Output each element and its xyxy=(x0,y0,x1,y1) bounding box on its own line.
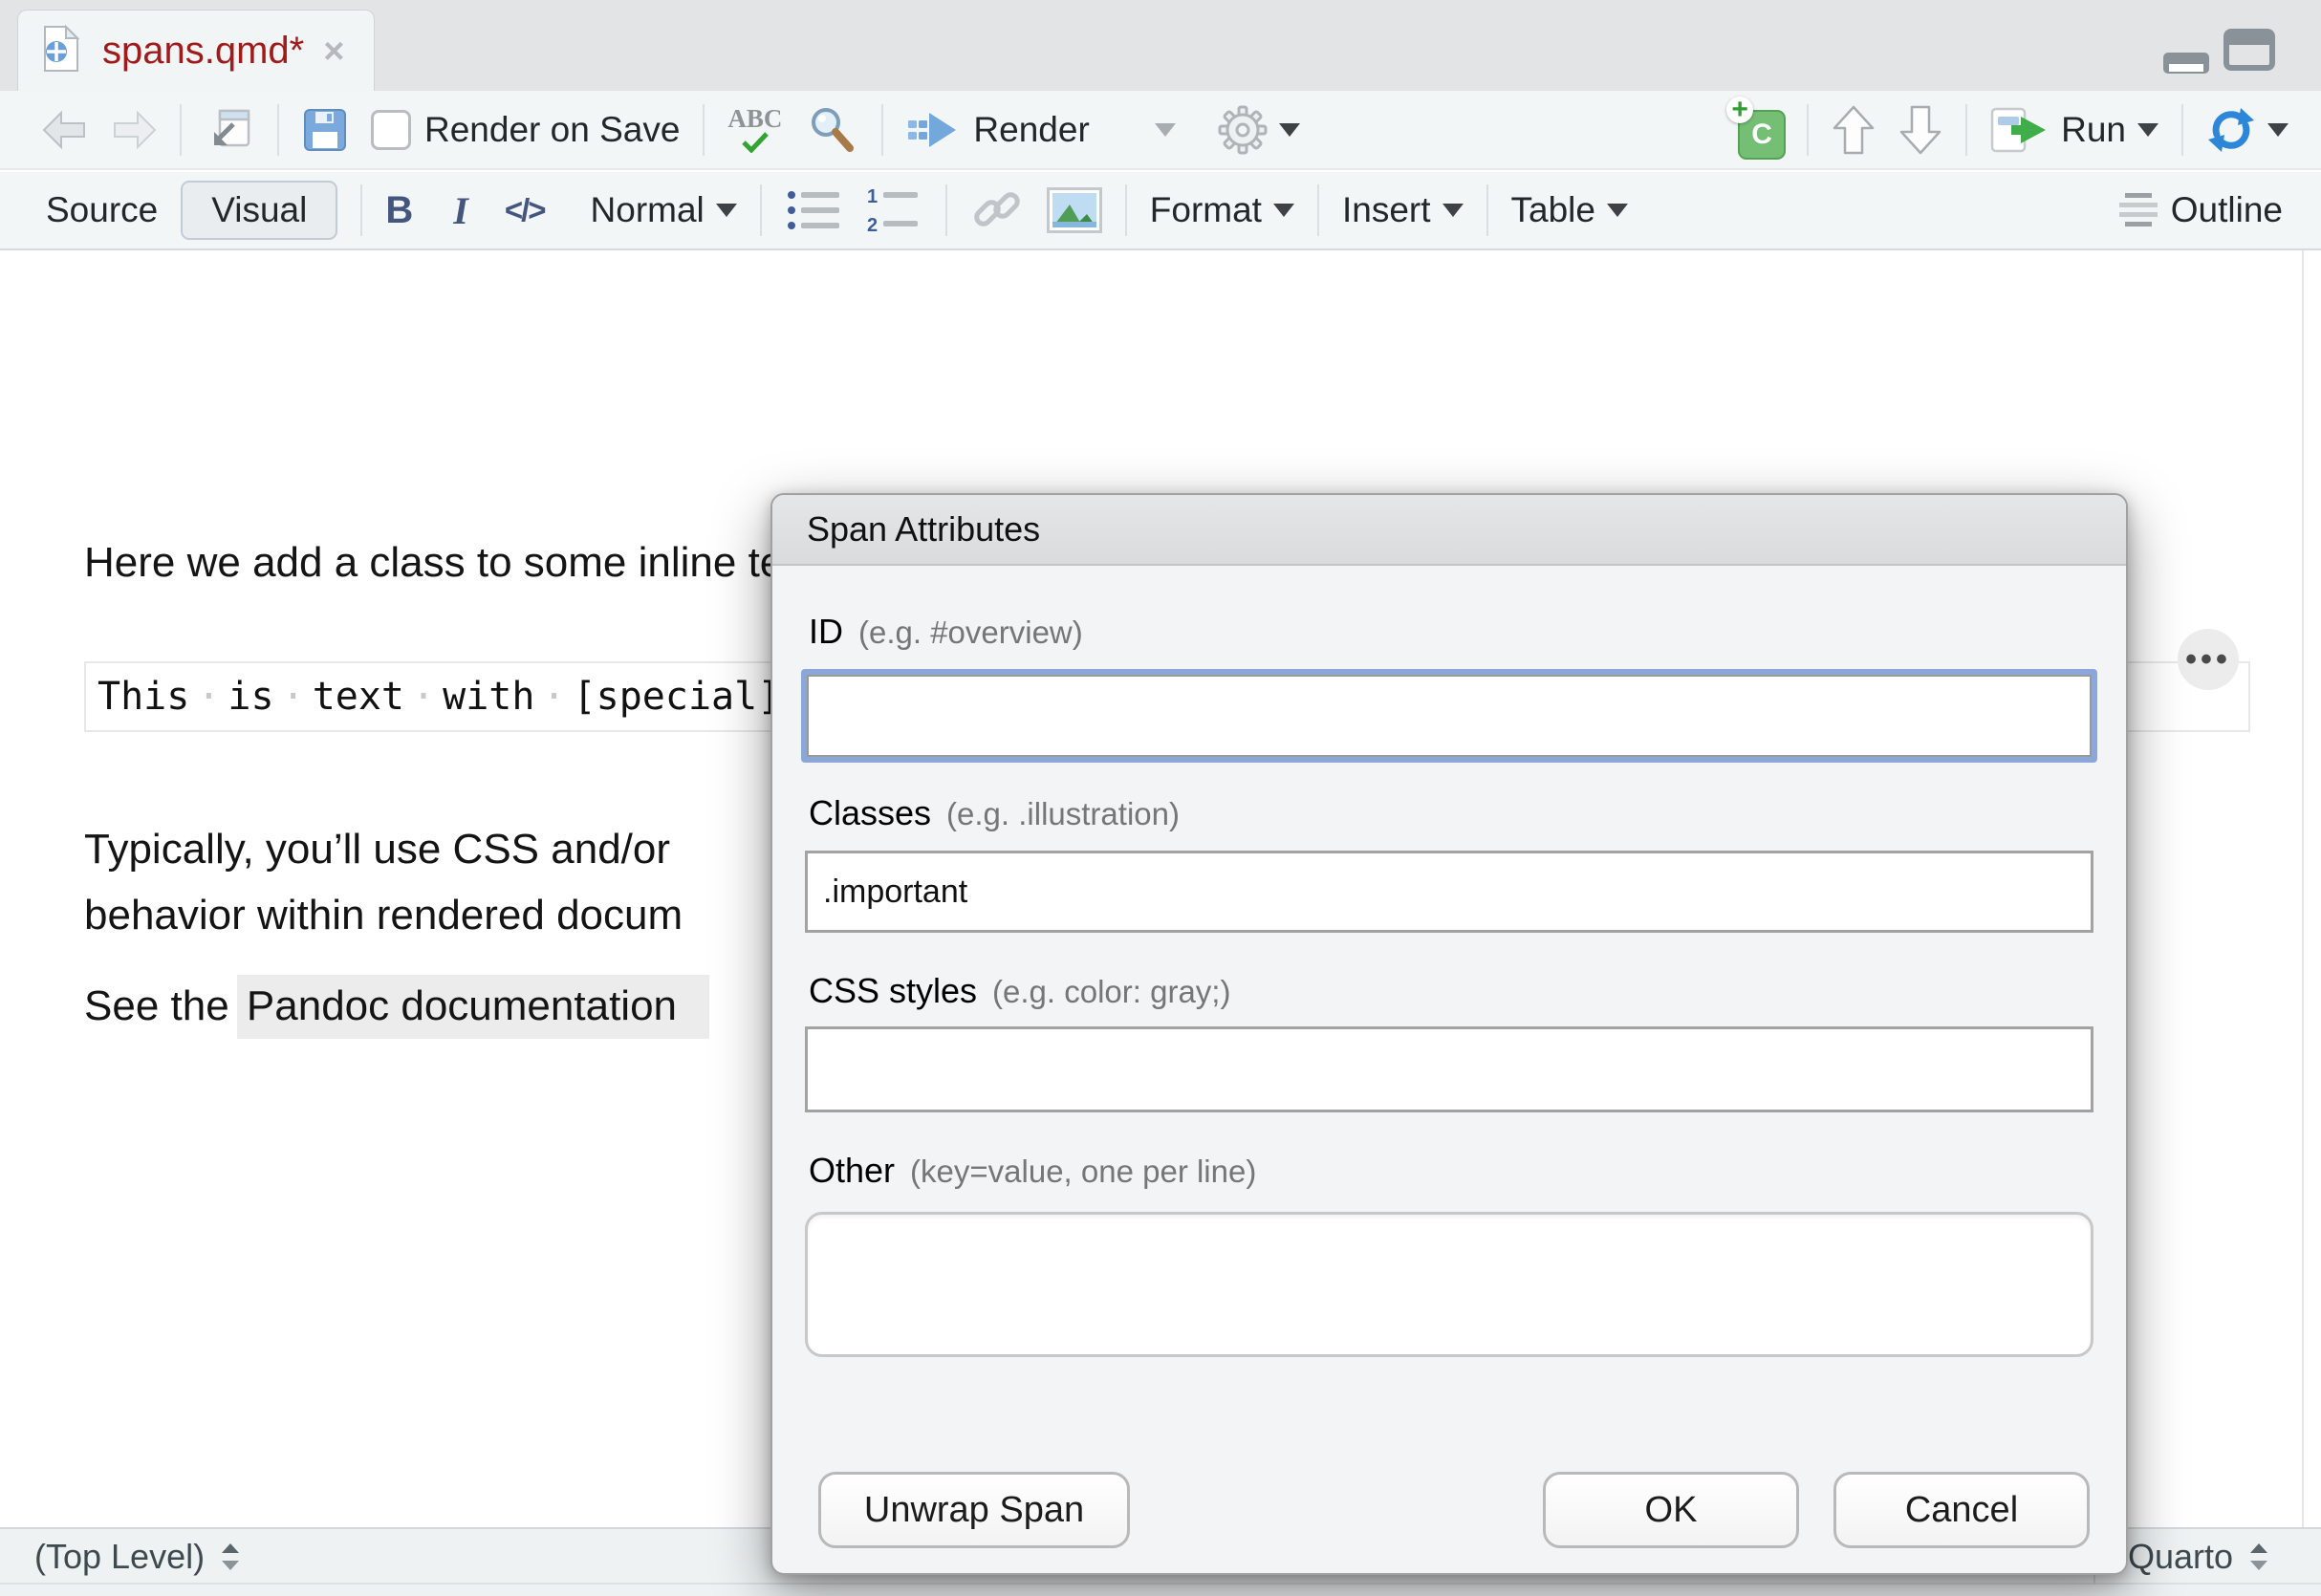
settings-dropdown-icon[interactable] xyxy=(1279,123,1300,137)
tab-close-icon[interactable]: × xyxy=(323,33,344,70)
quarto-file-icon xyxy=(39,24,83,78)
numbered-list-icon[interactable]: 1 2 xyxy=(865,186,922,234)
separator xyxy=(180,104,182,156)
formatting-toolbar: Source Visual B I </> Normal 1 2 xyxy=(0,172,2321,250)
editor-right-gutter xyxy=(2302,250,2304,1596)
render-button[interactable]: Render xyxy=(906,109,1089,151)
spellcheck-icon[interactable]: ABC xyxy=(727,106,782,153)
id-label-row: ID (e.g. #overview) xyxy=(809,612,1083,652)
classes-input[interactable] xyxy=(805,851,2093,933)
insert-chunk-button[interactable]: C + xyxy=(1730,102,1784,158)
paragraph-css: Typically, you’ll use CSS and/or behavio… xyxy=(84,816,683,948)
tab-title: spans.qmd* xyxy=(102,30,304,73)
more-options-button[interactable]: ••• xyxy=(2178,629,2239,690)
plus-icon: + xyxy=(1726,97,1753,123)
render-on-save-toggle[interactable]: Render on Save xyxy=(371,110,680,150)
classes-label-row: Classes (e.g. .illustration) xyxy=(809,793,1180,833)
visual-mode-button[interactable]: Visual xyxy=(181,181,337,240)
run-icon xyxy=(1990,105,2050,155)
separator xyxy=(1317,184,1319,236)
minimize-icon[interactable] xyxy=(2162,52,2210,79)
cancel-button[interactable]: Cancel xyxy=(1833,1472,2090,1548)
go-to-previous-chunk-icon[interactable] xyxy=(1832,104,1876,156)
format-dropdown-icon xyxy=(1273,204,1294,217)
image-icon[interactable] xyxy=(1047,187,1102,233)
render-on-save-checkbox[interactable] xyxy=(371,110,411,150)
css-styles-input[interactable] xyxy=(805,1026,2093,1112)
dialog-title: Span Attributes xyxy=(772,495,2126,566)
id-input[interactable] xyxy=(807,675,2092,757)
outline-selector[interactable]: (Top Level) xyxy=(34,1533,241,1581)
back-icon[interactable] xyxy=(42,110,88,150)
source-mode-button[interactable]: Source xyxy=(46,190,158,230)
separator xyxy=(1965,104,1967,156)
save-icon[interactable] xyxy=(302,107,348,153)
paragraph-style-dropdown[interactable]: Normal xyxy=(591,190,737,230)
paragraph-pandoc: See the Pandoc documentation xyxy=(84,982,709,1030)
css-styles-label-row: CSS styles (e.g. color: gray;) xyxy=(809,971,1230,1011)
italic-button[interactable]: I xyxy=(453,188,468,233)
other-label-row: Other (key=value, one per line) xyxy=(809,1151,1256,1191)
other-textarea[interactable] xyxy=(805,1212,2093,1357)
id-input-focus-ring xyxy=(801,669,2097,763)
render-icon xyxy=(906,109,960,151)
pandoc-documentation-link[interactable]: Pandoc documentation xyxy=(237,975,709,1039)
render-on-save-label: Render on Save xyxy=(424,110,680,150)
rstudio-editor-window: spans.qmd* × xyxy=(0,0,2321,1596)
table-dropdown-icon xyxy=(1607,204,1628,217)
search-icon[interactable] xyxy=(805,103,858,157)
source-document-button[interactable] xyxy=(2206,105,2288,155)
table-menu[interactable]: Table xyxy=(1511,190,1628,230)
separator xyxy=(945,184,947,236)
separator xyxy=(360,184,362,236)
gear-icon xyxy=(1218,105,1268,155)
status-bar-divider xyxy=(0,1583,2321,1585)
go-to-next-chunk-icon[interactable] xyxy=(1898,104,1942,156)
inline-code-button[interactable]: </> xyxy=(505,192,545,228)
forward-icon[interactable] xyxy=(111,110,157,150)
source-dropdown-icon[interactable] xyxy=(2267,123,2288,137)
settings-button[interactable] xyxy=(1218,105,1300,155)
bullet-list-icon[interactable] xyxy=(785,187,842,233)
tab-spans-qmd[interactable]: spans.qmd* × xyxy=(17,10,375,92)
maximize-icon[interactable] xyxy=(2223,29,2275,75)
separator xyxy=(277,104,279,156)
separator xyxy=(881,104,883,156)
bold-button[interactable]: B xyxy=(385,189,413,232)
format-menu[interactable]: Format xyxy=(1150,190,1294,230)
outline-icon xyxy=(2117,191,2159,229)
insert-dropdown-icon xyxy=(1442,204,1464,217)
run-button[interactable]: Run xyxy=(1990,105,2158,155)
render-dropdown-icon[interactable] xyxy=(1155,123,1176,137)
separator xyxy=(1486,184,1488,236)
span-attributes-dialog: Span Attributes ID (e.g. #overview) Clas… xyxy=(770,493,2128,1575)
style-dropdown-icon xyxy=(716,204,737,217)
run-label: Run xyxy=(2061,110,2126,150)
run-dropdown-icon[interactable] xyxy=(2137,123,2158,137)
render-label: Render xyxy=(973,110,1089,150)
open-in-new-window-icon[interactable] xyxy=(205,107,254,153)
sync-icon xyxy=(2206,105,2256,155)
separator xyxy=(703,104,705,156)
sorter-icon xyxy=(2248,1542,2269,1572)
svg-text:2: 2 xyxy=(867,215,878,234)
separator xyxy=(2181,104,2183,156)
sorter-icon xyxy=(220,1542,241,1572)
outline-toggle[interactable]: Outline xyxy=(2117,190,2283,230)
link-icon[interactable] xyxy=(970,183,1024,237)
main-toolbar: Render on Save ABC Render xyxy=(0,91,2321,170)
insert-menu[interactable]: Insert xyxy=(1342,190,1464,230)
svg-text:1: 1 xyxy=(867,186,878,207)
unwrap-span-button[interactable]: Unwrap Span xyxy=(818,1472,1130,1548)
separator xyxy=(760,184,762,236)
separator xyxy=(1125,184,1127,236)
separator xyxy=(1807,104,1809,156)
ok-button[interactable]: OK xyxy=(1543,1472,1799,1548)
tab-bar: spans.qmd* × xyxy=(0,0,2321,92)
